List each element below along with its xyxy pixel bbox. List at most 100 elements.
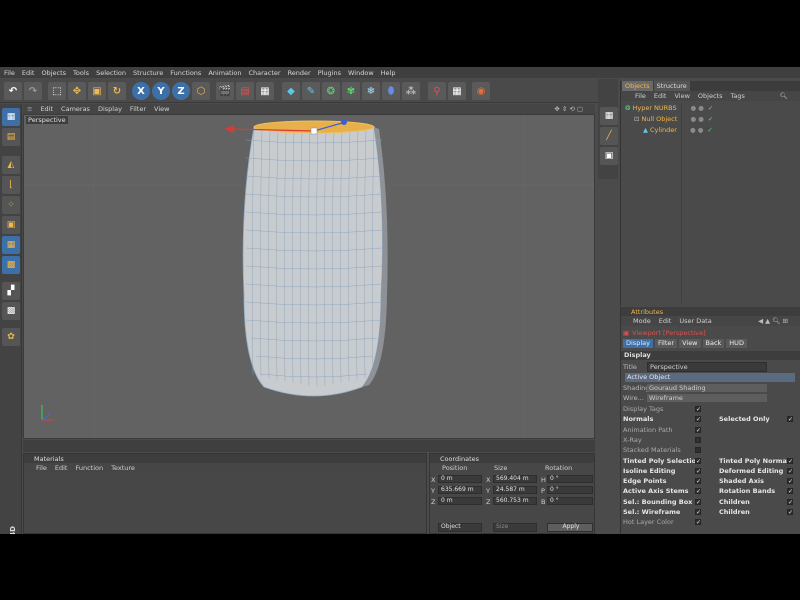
- viewport-menu-view[interactable]: View: [154, 105, 169, 113]
- materials-menu-edit[interactable]: Edit: [55, 464, 68, 472]
- option-checkbox[interactable]: [695, 436, 701, 443]
- model-mode-icon[interactable]: ▦: [2, 108, 20, 126]
- option-checkbox-right[interactable]: ✓: [787, 416, 793, 423]
- points-mode-icon[interactable]: ⁘: [2, 196, 20, 214]
- option-checkbox[interactable]: ✓: [695, 406, 701, 413]
- deformer-icon[interactable]: ❄: [362, 82, 380, 100]
- menu-animation[interactable]: Animation: [208, 69, 241, 77]
- viewport-menu-filter[interactable]: Filter: [130, 105, 146, 113]
- apply-button[interactable]: Apply: [547, 523, 593, 532]
- size-field[interactable]: 24.587 m: [493, 486, 537, 494]
- menu-character[interactable]: Character: [248, 69, 280, 77]
- material-icon[interactable]: ◉: [472, 82, 490, 100]
- cube-primitive-icon[interactable]: ◆: [282, 82, 300, 100]
- tab-structure[interactable]: Structure: [653, 81, 690, 91]
- materials-menu-texture[interactable]: Texture: [111, 464, 135, 472]
- rotate-icon[interactable]: ↻: [108, 82, 126, 100]
- rotation-field[interactable]: 0 °: [547, 486, 593, 494]
- size-field[interactable]: 560.753 m: [493, 497, 537, 505]
- texture-mode-icon[interactable]: ▤: [2, 128, 20, 146]
- object-row[interactable]: ▲ Cylinder ● ● ✓: [621, 125, 800, 135]
- render-view-icon[interactable]: 🎬: [216, 82, 234, 100]
- enabled-check-icon[interactable]: ✓: [707, 126, 712, 134]
- y-axis-lock-button[interactable]: Y: [152, 82, 170, 100]
- viewport-menu-edit[interactable]: Edit: [40, 105, 53, 113]
- axis-mode-icon[interactable]: ⌊: [2, 176, 20, 194]
- attributes-nav-icons[interactable]: ◀ ▲ 🔍︎ ⊞: [758, 317, 788, 325]
- z-axis-lock-button[interactable]: Z: [172, 82, 190, 100]
- visibility-dots[interactable]: ● ●: [690, 126, 703, 134]
- undo-icon[interactable]: ↶: [4, 82, 22, 100]
- scale-icon[interactable]: ▣: [88, 82, 106, 100]
- x-axis-lock-button[interactable]: X: [132, 82, 150, 100]
- rotation-field[interactable]: 0 °: [547, 497, 593, 505]
- menu-window[interactable]: Window: [348, 69, 374, 77]
- sculpt-icon[interactable]: ✿: [2, 328, 20, 346]
- attr-tab-back[interactable]: Back: [702, 339, 725, 348]
- materials-menu-file[interactable]: File: [36, 464, 47, 472]
- option-checkbox-right[interactable]: ✓: [787, 488, 793, 495]
- render-settings-icon[interactable]: ▦: [256, 82, 274, 100]
- option-checkbox-right[interactable]: ✓: [787, 457, 793, 464]
- menu-selection[interactable]: Selection: [96, 69, 126, 77]
- viewport-menu-display[interactable]: Display: [98, 105, 122, 113]
- rotation-field[interactable]: 0 °: [547, 475, 593, 483]
- coordinate-size-select[interactable]: Size: [493, 523, 537, 532]
- snap-icon[interactable]: ▞: [2, 282, 20, 300]
- option-checkbox[interactable]: ✓: [695, 519, 701, 526]
- light-icon[interactable]: ▦: [448, 82, 466, 100]
- viewport-menu-cameras[interactable]: Cameras: [61, 105, 90, 113]
- menu-structure[interactable]: Structure: [133, 69, 163, 77]
- active-object-group[interactable]: Active Object: [625, 373, 795, 382]
- materials-menu-function[interactable]: Function: [75, 464, 103, 472]
- option-checkbox[interactable]: ✓: [695, 498, 701, 505]
- perspective-viewport[interactable]: Perspective: [23, 114, 595, 439]
- option-checkbox[interactable]: ✓: [695, 416, 701, 423]
- option-checkbox-right[interactable]: ✓: [787, 509, 793, 516]
- menu-file[interactable]: File: [4, 69, 15, 77]
- attributes-menu-userdata[interactable]: User Data: [679, 317, 711, 325]
- option-checkbox[interactable]: [695, 447, 701, 454]
- objects-menu-objects[interactable]: Objects: [698, 92, 723, 100]
- coordinate-mode-select[interactable]: Object: [438, 523, 482, 532]
- object-row[interactable]: ❂ Hyper NURBS ● ● ✓: [621, 103, 800, 113]
- objects-menu-edit[interactable]: Edit: [654, 92, 667, 100]
- object-name[interactable]: Hyper NURBS: [632, 104, 684, 112]
- size-field[interactable]: 569.404 m: [493, 475, 537, 483]
- option-checkbox[interactable]: ✓: [695, 509, 701, 516]
- attributes-menu-edit[interactable]: Edit: [659, 317, 672, 325]
- wire-dropdown[interactable]: Wireframe: [647, 394, 767, 402]
- spline-pen-icon[interactable]: ✎: [302, 82, 320, 100]
- position-field[interactable]: 0 m: [438, 497, 482, 505]
- array-icon[interactable]: ✾: [342, 82, 360, 100]
- option-checkbox[interactable]: ✓: [695, 478, 701, 485]
- enabled-check-icon[interactable]: ✓: [708, 104, 713, 112]
- option-checkbox[interactable]: ✓: [695, 457, 701, 464]
- uv-mode-icon[interactable]: ▩: [2, 256, 20, 274]
- option-checkbox[interactable]: ✓: [695, 426, 701, 433]
- scene-icon[interactable]: ⬮: [382, 82, 400, 100]
- menu-help[interactable]: Help: [381, 69, 396, 77]
- option-checkbox-right[interactable]: ✓: [787, 498, 793, 505]
- live-selection-icon[interactable]: ⬚: [48, 82, 66, 100]
- menu-tools[interactable]: Tools: [73, 69, 89, 77]
- layout-icon[interactable]: ▦: [600, 107, 618, 125]
- object-row[interactable]: ⊡ Null Object ● ● ✓: [621, 114, 800, 124]
- viewport-nav-icons[interactable]: ✥ ⇕ ⟲ ▢: [554, 105, 583, 113]
- object-name[interactable]: Null Object: [641, 115, 684, 123]
- attributes-menu-mode[interactable]: Mode: [633, 317, 651, 325]
- position-field[interactable]: 635.669 m: [438, 486, 482, 494]
- objects-menu-file[interactable]: File: [635, 92, 646, 100]
- workplane-icon[interactable]: ◭: [2, 156, 20, 174]
- nurbs-icon[interactable]: ❂: [322, 82, 340, 100]
- menu-plugins[interactable]: Plugins: [318, 69, 341, 77]
- attr-tab-hud[interactable]: HUD: [726, 339, 747, 348]
- enabled-check-icon[interactable]: ✓: [708, 115, 713, 123]
- menu-functions[interactable]: Functions: [170, 69, 201, 77]
- viewport-menu-icon[interactable]: ≡: [27, 105, 32, 113]
- render-picture-viewer-icon[interactable]: ▤: [236, 82, 254, 100]
- tab-objects[interactable]: Objects: [622, 81, 653, 91]
- edges-mode-icon[interactable]: ▣: [2, 216, 20, 234]
- attr-tab-view[interactable]: View: [679, 339, 701, 348]
- camera-icon[interactable]: ⚲: [428, 82, 446, 100]
